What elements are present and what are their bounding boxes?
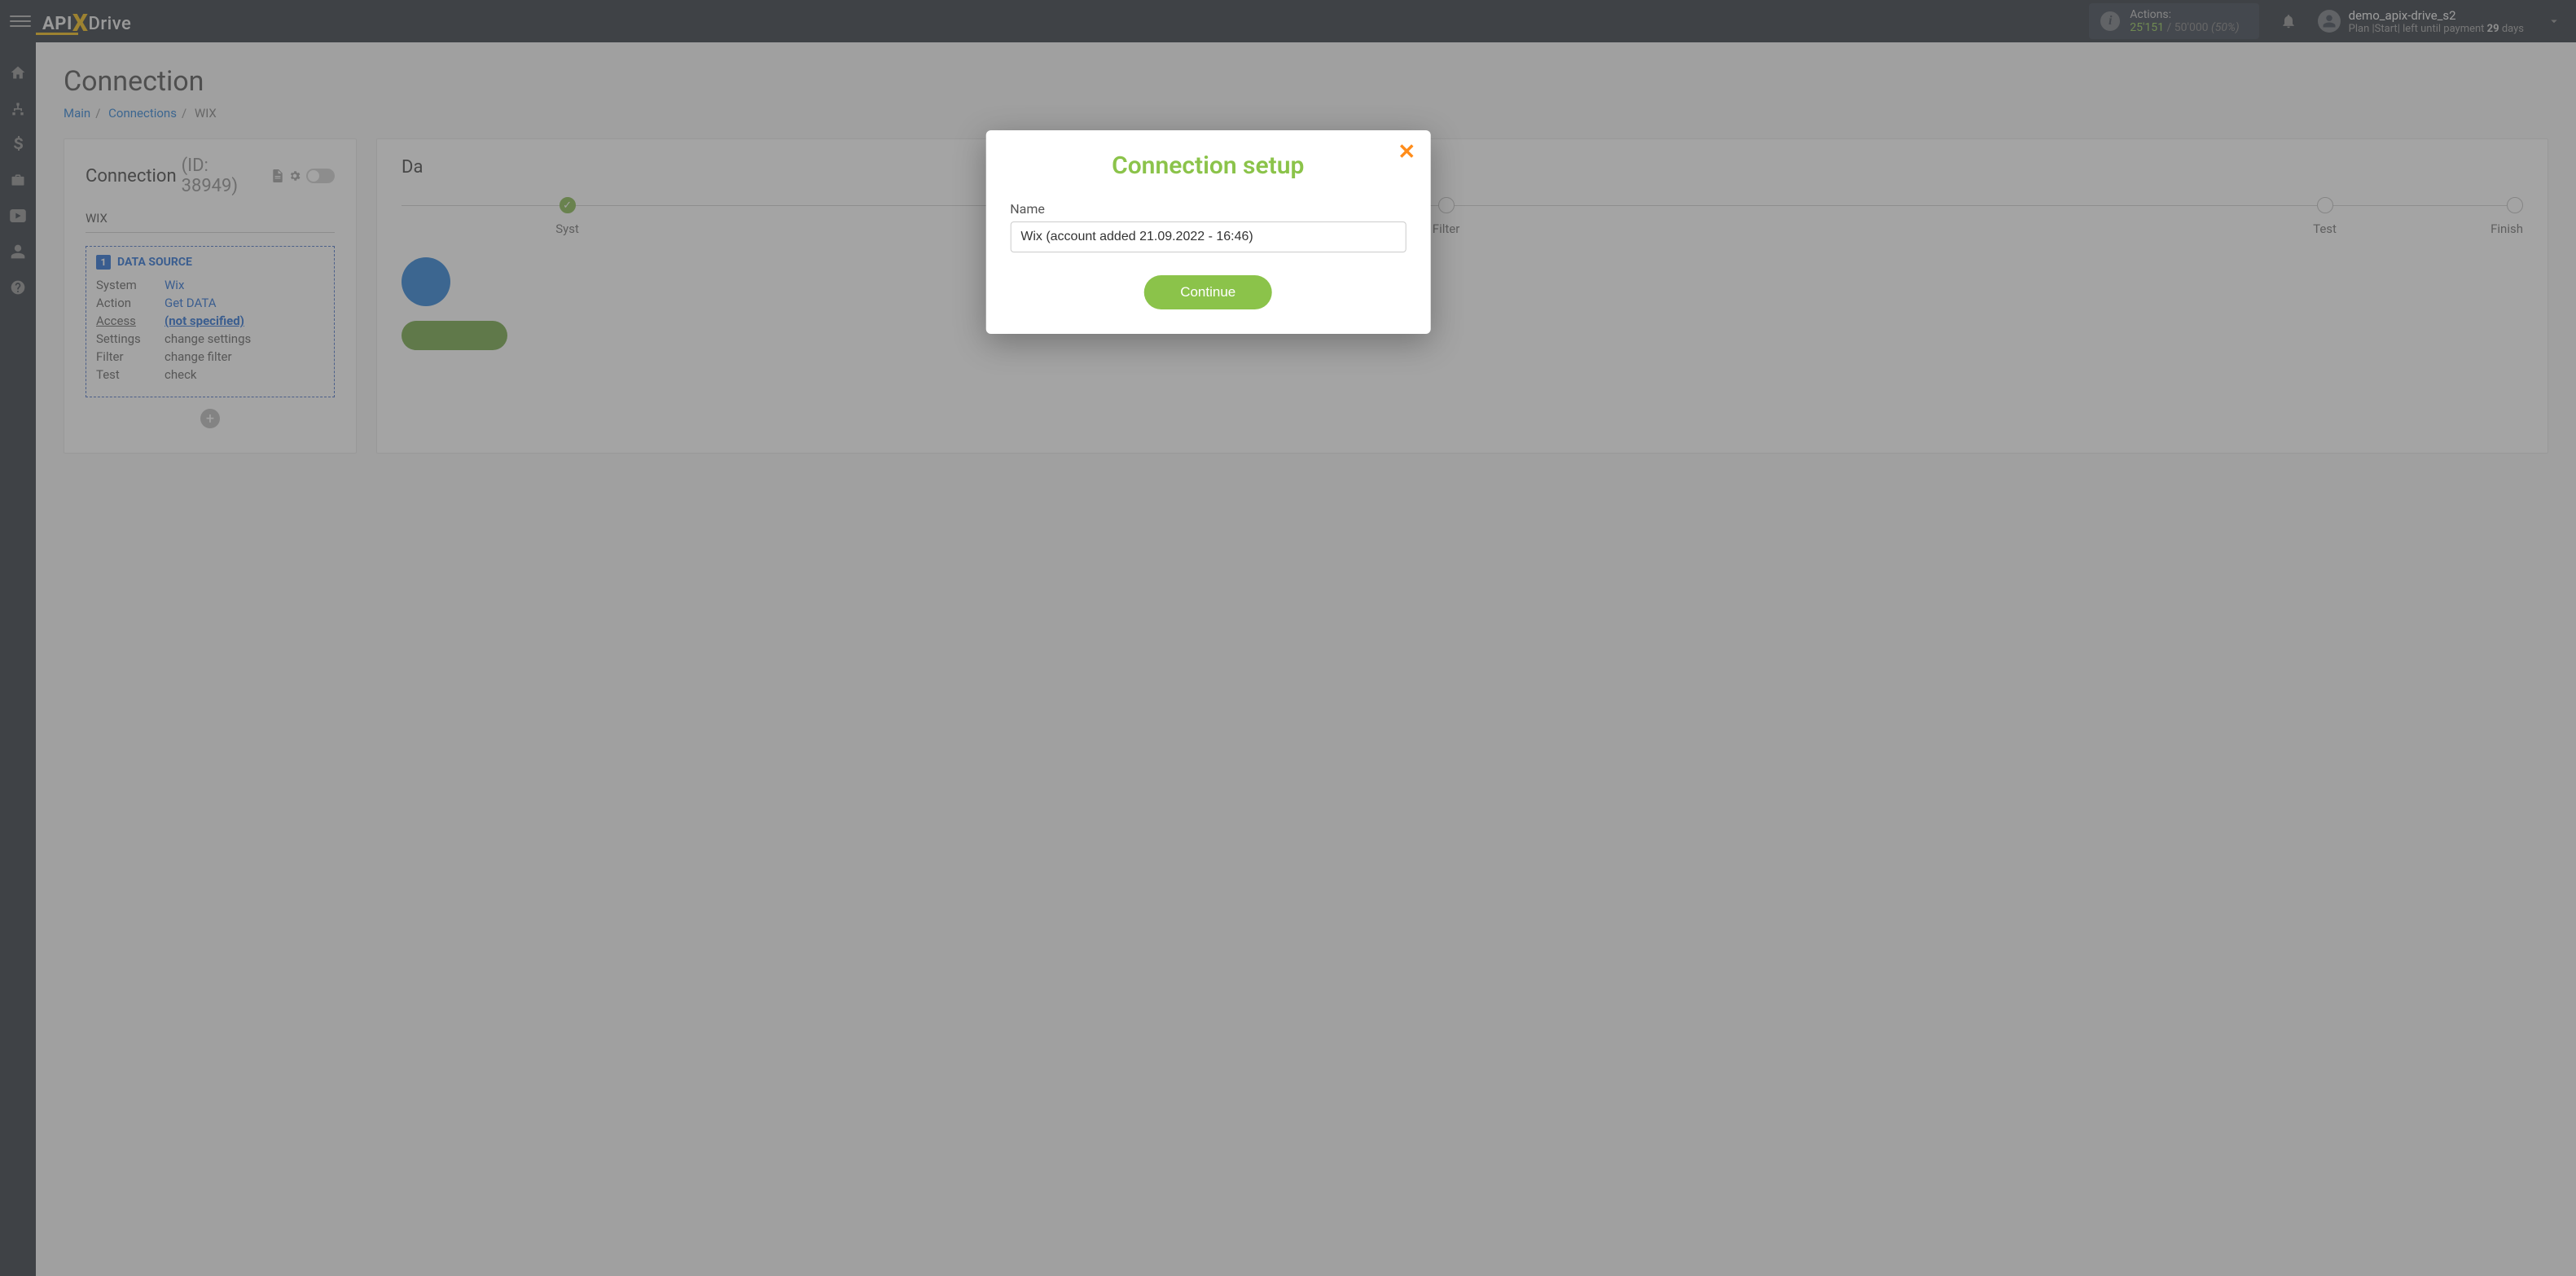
modal-name-label: Name (1010, 201, 1406, 217)
modal-title: Connection setup (1010, 151, 1406, 180)
continue-button[interactable]: Continue (1144, 275, 1271, 309)
modal-name-input[interactable] (1010, 221, 1406, 252)
close-icon[interactable]: ✕ (1398, 142, 1415, 163)
connection-setup-modal: ✕ Connection setup Name Continue (985, 130, 1430, 334)
